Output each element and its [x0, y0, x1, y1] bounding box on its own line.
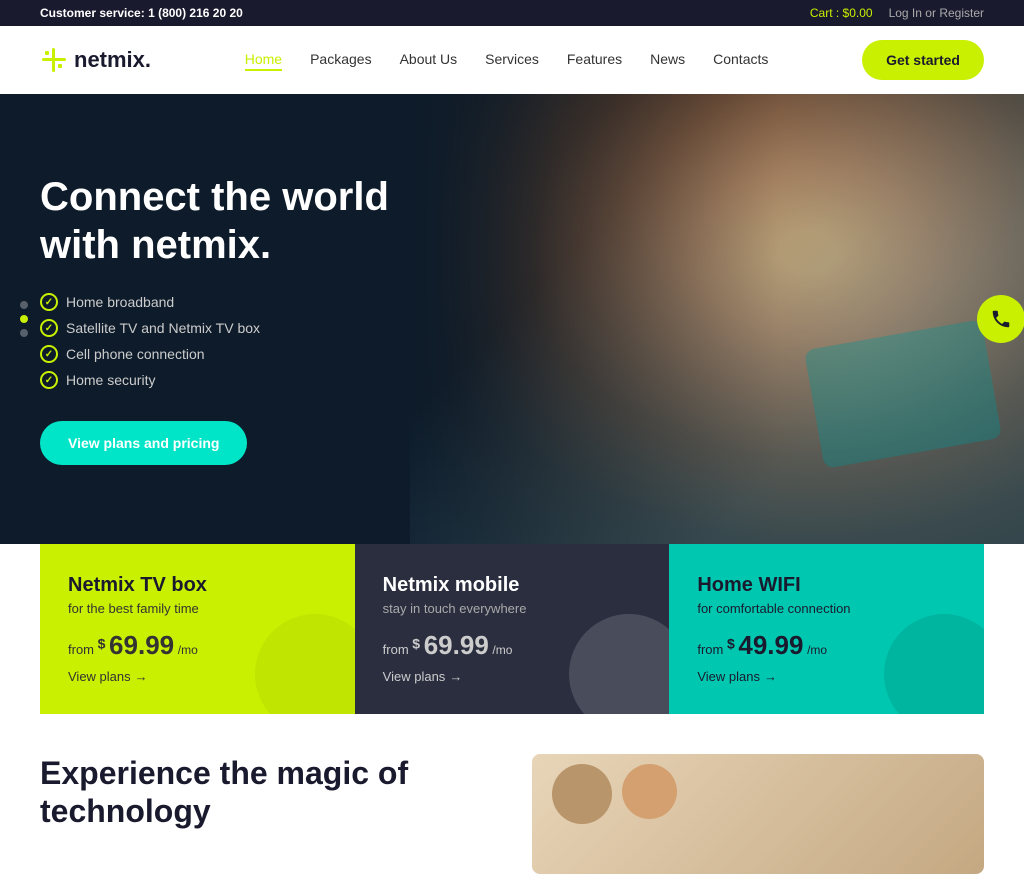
card-mobile-title: Netmix mobile	[383, 574, 642, 597]
bottom-section: Experience the magic of technology	[0, 714, 1024, 874]
hero-features-list: Home broadband Satellite TV and Netmix T…	[40, 293, 460, 389]
price-per-1: /mo	[178, 643, 198, 657]
phone-icon	[990, 308, 1012, 330]
hero-dot-3[interactable]	[20, 329, 28, 337]
price-per-2: /mo	[492, 643, 512, 657]
bottom-heading-line1: Experience the magic of	[40, 755, 408, 791]
price-sup-3: $	[727, 636, 735, 652]
register-link[interactable]: Register	[939, 6, 984, 20]
cards-section: Netmix TV box for the best family time f…	[0, 544, 1024, 714]
feature-item-2: Satellite TV and Netmix TV box	[40, 319, 460, 337]
hero-dots	[20, 301, 28, 337]
cart-display: Cart : $0.00	[810, 6, 873, 20]
hero-dot-1[interactable]	[20, 301, 28, 309]
feature-label-2: Satellite TV and Netmix TV box	[66, 320, 260, 336]
card-bg-decoration-1	[255, 614, 355, 714]
phone-button[interactable]	[977, 295, 1024, 343]
customer-service: Customer service: 1 (800) 216 20 20	[40, 6, 243, 20]
price-sup-2: $	[412, 636, 420, 652]
login-link[interactable]: Log In	[889, 6, 922, 20]
price-amount-1: 69.99	[109, 630, 174, 660]
card-mobile: Netmix mobile stay in touch everywhere f…	[355, 544, 670, 714]
nav-menu: Home Packages About Us Services Features…	[245, 51, 769, 69]
feature-item-1: Home broadband	[40, 293, 460, 311]
feature-item-3: Cell phone connection	[40, 345, 460, 363]
logo[interactable]: netmix.	[40, 46, 151, 74]
price-amount-2: 69.99	[424, 630, 489, 660]
feature-label-3: Cell phone connection	[66, 346, 205, 362]
bottom-heading: Experience the magic of technology	[40, 754, 492, 831]
price-per-3: /mo	[807, 643, 827, 657]
top-bar: Customer service: 1 (800) 216 20 20 Cart…	[0, 0, 1024, 26]
card-tv-box: Netmix TV box for the best family time f…	[40, 544, 355, 714]
navbar: netmix. Home Packages About Us Services …	[0, 26, 1024, 94]
card-mobile-subtitle: stay in touch everywhere	[383, 601, 642, 616]
nav-link-home[interactable]: Home	[245, 51, 282, 71]
nav-item-contacts[interactable]: Contacts	[713, 51, 768, 69]
nav-link-about[interactable]: About Us	[400, 51, 458, 67]
nav-item-services[interactable]: Services	[485, 51, 539, 69]
nav-link-services[interactable]: Services	[485, 51, 539, 67]
customer-service-phone: 1 (800) 216 20 20	[148, 6, 243, 20]
bottom-heading-line2: technology	[40, 793, 211, 829]
feature-label-4: Home security	[66, 372, 155, 388]
feature-item-4: Home security	[40, 371, 460, 389]
view-plans-button[interactable]: View plans and pricing	[40, 421, 247, 465]
feature-label-1: Home broadband	[66, 294, 174, 310]
price-sup-1: $	[98, 636, 106, 652]
nav-item-news[interactable]: News	[650, 51, 685, 69]
nav-link-features[interactable]: Features	[567, 51, 622, 67]
check-icon-1	[40, 293, 58, 311]
card-bg-decoration-3	[884, 614, 984, 714]
price-amount-3: 49.99	[738, 630, 803, 660]
cart-amount: $0.00	[843, 6, 873, 20]
check-icon-4	[40, 371, 58, 389]
price-from-1: from	[68, 642, 98, 657]
card-tv-box-title: Netmix TV box	[68, 574, 327, 597]
nav-link-news[interactable]: News	[650, 51, 685, 67]
check-icon-2	[40, 319, 58, 337]
auth-links: Log In or Register	[889, 6, 984, 20]
hero-background	[410, 94, 1024, 544]
nav-link-contacts[interactable]: Contacts	[713, 51, 768, 67]
hero-content: Connect the world with netmix. Home broa…	[0, 113, 500, 525]
price-from-3: from	[697, 642, 727, 657]
nav-item-home[interactable]: Home	[245, 51, 282, 69]
hero-section: Connect the world with netmix. Home broa…	[0, 94, 1024, 544]
check-icon-3	[40, 345, 58, 363]
top-right-actions: Cart : $0.00 Log In or Register	[810, 6, 984, 20]
price-from-2: from	[383, 642, 413, 657]
nav-item-packages[interactable]: Packages	[310, 51, 371, 69]
card-tv-box-subtitle: for the best family time	[68, 601, 327, 616]
logo-icon	[40, 46, 68, 74]
hero-heading: Connect the world with netmix.	[40, 173, 460, 269]
nav-item-about[interactable]: About Us	[400, 51, 458, 69]
nav-item-features[interactable]: Features	[567, 51, 622, 69]
nav-link-packages[interactable]: Packages	[310, 51, 371, 67]
bottom-image	[532, 754, 984, 874]
hero-dot-2[interactable]	[20, 315, 28, 323]
bottom-text-block: Experience the magic of technology	[40, 754, 492, 831]
customer-service-label: Customer service:	[40, 6, 145, 20]
card-wifi-subtitle: for comfortable connection	[697, 601, 956, 616]
card-wifi: Home WIFI for comfortable connection fro…	[669, 544, 984, 714]
card-wifi-title: Home WIFI	[697, 574, 956, 597]
get-started-button[interactable]: Get started	[862, 40, 984, 80]
card-bg-decoration-2	[569, 614, 669, 714]
